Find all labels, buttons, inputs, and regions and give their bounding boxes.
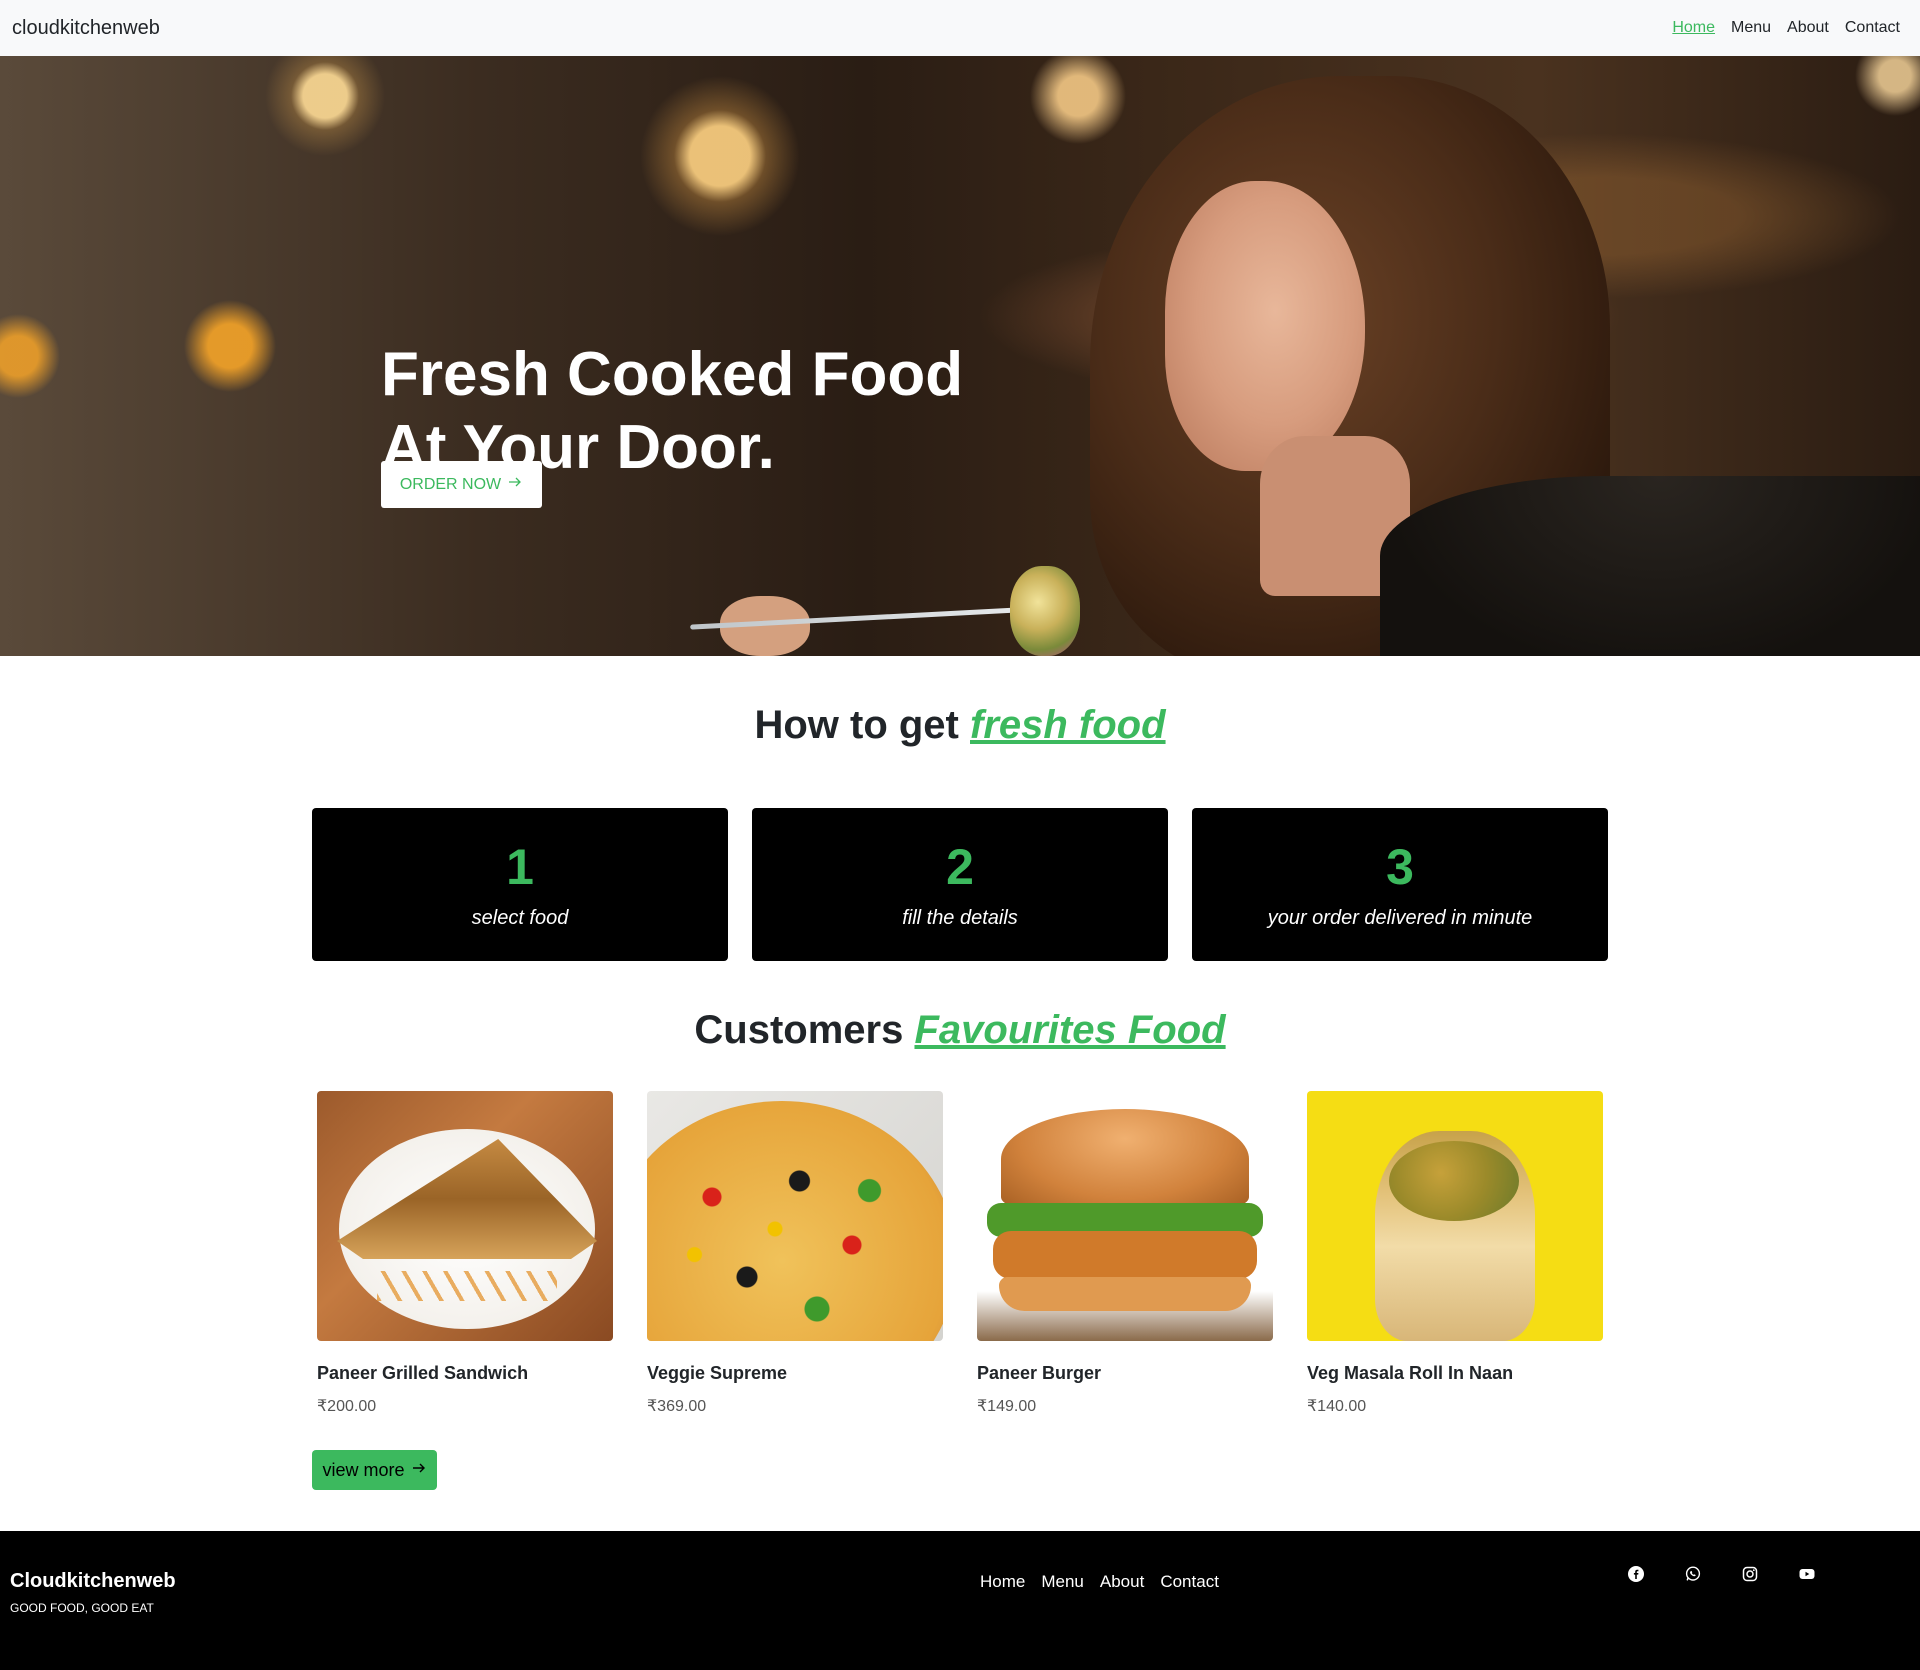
- food-price: ₹149.00: [977, 1398, 1037, 1415]
- roll-filling: [1389, 1141, 1519, 1221]
- food-price: ₹200.00: [317, 1398, 377, 1415]
- hero-photo-sweater: [1380, 476, 1920, 656]
- footer-brand: Cloudkitchenweb: [10, 1570, 176, 1592]
- step-number: 3: [1386, 839, 1414, 895]
- hero-title-line1: Fresh Cooked Food: [381, 340, 964, 409]
- social-links: [1628, 1566, 1815, 1582]
- food-card[interactable]: Veg Masala Roll In Naan ₹140.00: [1307, 1091, 1603, 1416]
- step-card-1: 1 select food: [312, 808, 728, 961]
- order-now-label: ORDER NOW: [399, 475, 502, 493]
- whatsapp-icon[interactable]: [1685, 1566, 1701, 1582]
- food-name[interactable]: Paneer Burger: [977, 1363, 1273, 1384]
- food-image-pizza[interactable]: [647, 1091, 943, 1341]
- food-image-sandwich[interactable]: [317, 1091, 613, 1341]
- nav-link-menu[interactable]: Menu: [1723, 11, 1779, 45]
- hero-background-sign: [0, 136, 280, 256]
- view-more-label: view more: [322, 1459, 405, 1480]
- youtube-icon[interactable]: [1799, 1566, 1815, 1582]
- favourites-title-plain: Customers: [694, 1008, 904, 1052]
- arrow-right-icon: [507, 474, 523, 495]
- food-list: Paneer Grilled Sandwich ₹200.00 Veggie S…: [317, 1091, 1603, 1416]
- footer-nav: Home Menu About Contact: [972, 1568, 1227, 1596]
- brand-link[interactable]: cloudkitchenweb: [12, 17, 160, 40]
- hero-banner: Fresh Cooked Food At Your Door.: [0, 56, 1920, 656]
- food-card[interactable]: Veggie Supreme ₹369.00: [647, 1091, 943, 1416]
- how-to-title: How to get fresh food: [0, 703, 1920, 748]
- food-price: ₹140.00: [1307, 1398, 1367, 1415]
- step-text: select food: [471, 907, 569, 929]
- pizza-pie: [647, 1101, 943, 1341]
- favourites-title: Customers Favourites Food: [0, 1008, 1920, 1053]
- hero-photo-face: [1165, 181, 1365, 471]
- facebook-icon[interactable]: [1628, 1566, 1644, 1582]
- food-image-roll[interactable]: [1307, 1091, 1603, 1341]
- sauce-drizzle: [377, 1271, 557, 1301]
- step-text: your order delivered in minute: [1267, 907, 1533, 929]
- nav-link-contact[interactable]: Contact: [1837, 11, 1908, 45]
- order-now-button[interactable]: ORDER NOW: [381, 461, 542, 508]
- step-number: 1: [506, 839, 534, 895]
- nav-link-about[interactable]: About: [1779, 11, 1837, 45]
- patty: [993, 1231, 1257, 1279]
- footer-link-menu[interactable]: Menu: [1033, 1568, 1092, 1596]
- food-price: ₹369.00: [647, 1398, 707, 1415]
- footer: Cloudkitchenweb GOOD FOOD, GOOD EAT Home…: [0, 1531, 1920, 1670]
- nav-links: Home Menu About Contact: [1664, 11, 1908, 45]
- favourites-title-accent: Favourites Food: [914, 1008, 1226, 1052]
- how-to-title-plain: How to get: [754, 703, 959, 747]
- food-card[interactable]: Paneer Grilled Sandwich ₹200.00: [317, 1091, 613, 1416]
- food-name[interactable]: Veg Masala Roll In Naan: [1307, 1363, 1603, 1384]
- footer-link-contact[interactable]: Contact: [1152, 1568, 1227, 1596]
- step-card-3: 3 your order delivered in minute: [1192, 808, 1608, 961]
- arrow-right-icon: [411, 1460, 427, 1481]
- how-to-title-accent: fresh food: [970, 703, 1166, 747]
- steps-row: 1 select food 2 fill the details 3 your …: [312, 808, 1608, 961]
- food-card[interactable]: Paneer Burger ₹149.00: [977, 1091, 1273, 1416]
- step-number: 2: [946, 839, 974, 895]
- hero-photo-food: [1010, 566, 1080, 656]
- food-image-burger[interactable]: [977, 1091, 1273, 1341]
- footer-link-about[interactable]: About: [1092, 1568, 1152, 1596]
- bun-top: [1001, 1109, 1249, 1209]
- instagram-icon[interactable]: [1742, 1566, 1758, 1582]
- footer-link-home[interactable]: Home: [972, 1568, 1033, 1596]
- food-name[interactable]: Paneer Grilled Sandwich: [317, 1363, 613, 1384]
- step-card-2: 2 fill the details: [752, 808, 1168, 961]
- step-text: fill the details: [902, 907, 1018, 929]
- view-more-button[interactable]: view more: [312, 1450, 437, 1490]
- food-name[interactable]: Veggie Supreme: [647, 1363, 943, 1384]
- navbar: cloudkitchenweb Home Menu About Contact: [0, 0, 1920, 56]
- footer-tagline: GOOD FOOD, GOOD EAT: [10, 1601, 154, 1615]
- bun-bottom: [999, 1277, 1251, 1311]
- nav-link-home[interactable]: Home: [1664, 11, 1723, 45]
